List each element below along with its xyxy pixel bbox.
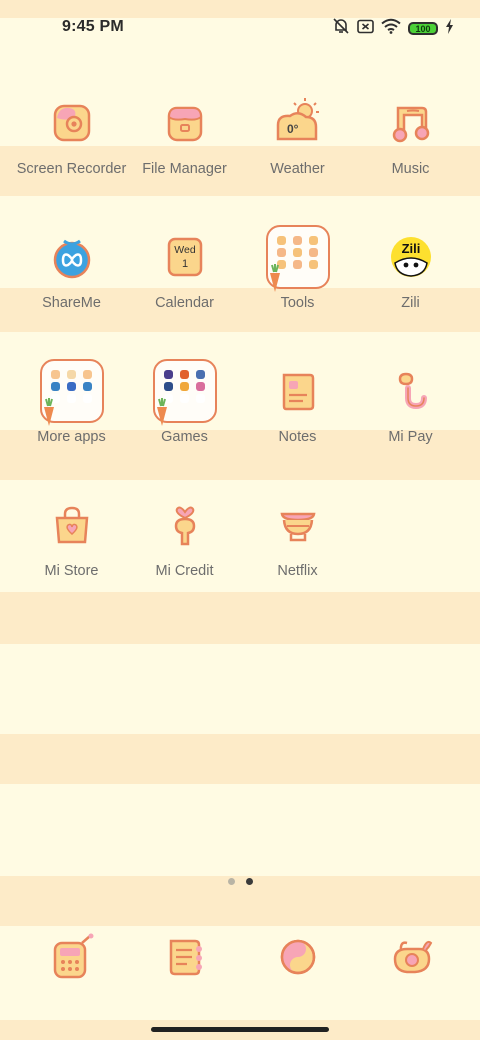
app-weather[interactable]: 0° Weather bbox=[241, 90, 354, 224]
status-time: 9:45 PM bbox=[62, 18, 124, 35]
app-label: Netflix bbox=[277, 563, 318, 579]
app-notes[interactable]: Notes bbox=[241, 358, 354, 492]
app-label: ShareMe bbox=[42, 295, 101, 311]
dock-browser[interactable] bbox=[241, 924, 354, 990]
weather-icon: 0° bbox=[265, 90, 331, 156]
app-label: Weather bbox=[270, 161, 325, 177]
app-grid: Screen Recorder File Manager 0° Weather … bbox=[15, 90, 467, 626]
folder-more-apps[interactable]: More apps bbox=[15, 358, 128, 492]
app-label: Mi Store bbox=[44, 563, 99, 579]
zili-icon: Zili bbox=[378, 224, 444, 290]
carrot-icon bbox=[156, 398, 167, 426]
charging-bolt-icon bbox=[445, 18, 454, 39]
zili-logo-text: Zili bbox=[401, 241, 420, 256]
app-shareme[interactable]: ShareMe bbox=[15, 224, 128, 358]
app-label: File Manager bbox=[142, 161, 227, 177]
page-dot-active[interactable] bbox=[245, 878, 253, 885]
file-manager-icon bbox=[152, 90, 218, 156]
mi-credit-icon bbox=[152, 492, 218, 558]
music-icon bbox=[378, 90, 444, 156]
calendar-date: 1 bbox=[181, 258, 187, 270]
folder-preview bbox=[39, 359, 104, 426]
app-calendar[interactable]: Wed 1 Calendar bbox=[128, 224, 241, 358]
app-label: Tools bbox=[280, 295, 315, 311]
app-label: Notes bbox=[278, 429, 317, 445]
netflix-icon bbox=[265, 492, 331, 558]
home-indicator[interactable] bbox=[151, 1027, 329, 1032]
app-label: Zili bbox=[401, 295, 420, 311]
calendar-day: Wed bbox=[174, 244, 196, 256]
notes-icon bbox=[265, 358, 331, 424]
page-dot[interactable] bbox=[227, 878, 235, 885]
page-indicator[interactable] bbox=[0, 878, 480, 885]
app-zili[interactable]: Zili Zili bbox=[354, 224, 467, 358]
app-label: Screen Recorder bbox=[16, 161, 127, 177]
weather-temp: 0° bbox=[287, 122, 299, 136]
messages-icon bbox=[152, 924, 218, 990]
status-bar: 9:45 PM 100 bbox=[0, 0, 480, 56]
battery-icon: 100 bbox=[408, 22, 438, 35]
folder-games[interactable]: Games bbox=[128, 358, 241, 492]
shareme-icon bbox=[39, 224, 105, 290]
app-label: Games bbox=[161, 429, 208, 445]
close-box-icon bbox=[357, 19, 374, 39]
browser-icon bbox=[265, 924, 331, 990]
app-label: Mi Pay bbox=[388, 429, 433, 445]
mi-store-icon bbox=[39, 492, 105, 558]
app-label: Mi Credit bbox=[155, 563, 214, 579]
app-label: Calendar bbox=[155, 295, 214, 311]
app-netflix[interactable]: Netflix bbox=[241, 492, 354, 626]
more-apps-folder-icon bbox=[39, 358, 105, 426]
app-file-manager[interactable]: File Manager bbox=[128, 90, 241, 224]
app-label: More apps bbox=[37, 429, 106, 445]
dock-phone[interactable] bbox=[15, 924, 128, 990]
bell-muted-icon bbox=[332, 17, 350, 40]
calendar-icon: Wed 1 bbox=[152, 224, 218, 290]
folder-preview bbox=[265, 225, 330, 292]
status-icons: 100 bbox=[332, 17, 454, 40]
mi-pay-icon bbox=[378, 358, 444, 424]
dock-camera[interactable] bbox=[354, 924, 467, 990]
app-mi-credit[interactable]: Mi Credit bbox=[128, 492, 241, 626]
app-music[interactable]: Music bbox=[354, 90, 467, 224]
app-screen-recorder[interactable]: Screen Recorder bbox=[15, 90, 128, 224]
phone-icon bbox=[39, 924, 105, 990]
dock bbox=[15, 924, 467, 990]
tools-folder-icon bbox=[265, 224, 331, 292]
carrot-icon bbox=[269, 264, 280, 292]
carrot-icon bbox=[43, 398, 54, 426]
app-mi-store[interactable]: Mi Store bbox=[15, 492, 128, 626]
folder-preview bbox=[152, 359, 217, 426]
app-mi-pay[interactable]: Mi Pay bbox=[354, 358, 467, 492]
dock-messages[interactable] bbox=[128, 924, 241, 990]
app-label: Music bbox=[391, 161, 430, 177]
wifi-icon bbox=[381, 18, 401, 39]
folder-tools[interactable]: Tools bbox=[241, 224, 354, 358]
screen-recorder-icon bbox=[39, 90, 105, 156]
games-folder-icon bbox=[152, 358, 218, 426]
camera-icon bbox=[378, 924, 444, 990]
